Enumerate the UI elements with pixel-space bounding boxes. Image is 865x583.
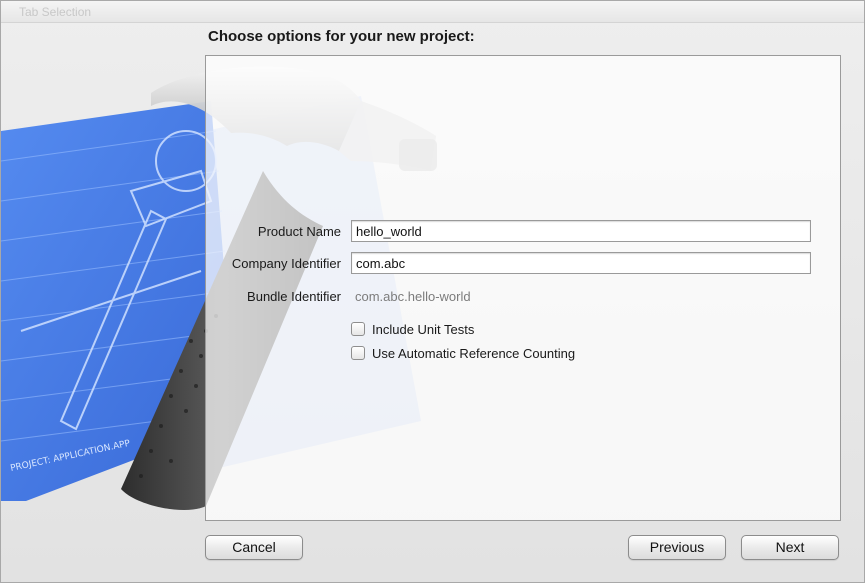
include-unit-tests-checkbox[interactable] [351,322,365,336]
previous-button[interactable]: Previous [628,535,726,560]
company-identifier-field[interactable] [351,252,811,274]
use-arc-option[interactable]: Use Automatic Reference Counting [351,345,575,361]
next-button[interactable]: Next [741,535,839,560]
options-panel [205,55,841,521]
page-title: Choose options for your new project: [208,28,475,45]
include-unit-tests-label: Include Unit Tests [372,321,475,337]
title-bar[interactable]: Tab Selection [1,1,864,23]
include-unit-tests-option[interactable]: Include Unit Tests [351,321,474,337]
product-name-label: Product Name [257,224,341,239]
use-arc-checkbox[interactable] [351,346,365,360]
company-identifier-label: Company Identifier [231,256,341,271]
bundle-identifier-value: com.abc.hello-world [355,289,471,304]
use-arc-label: Use Automatic Reference Counting [372,345,576,361]
new-project-window: Tab Selection PROJECT: APPLICATION.APP C… [0,0,865,583]
blueprint-caption: PROJECT: APPLICATION.APP [10,439,132,474]
cancel-button[interactable]: Cancel [205,535,303,560]
window-title: Tab Selection [19,5,92,19]
bundle-identifier-label: Bundle Identifier [247,289,341,304]
product-name-field[interactable] [351,220,811,242]
